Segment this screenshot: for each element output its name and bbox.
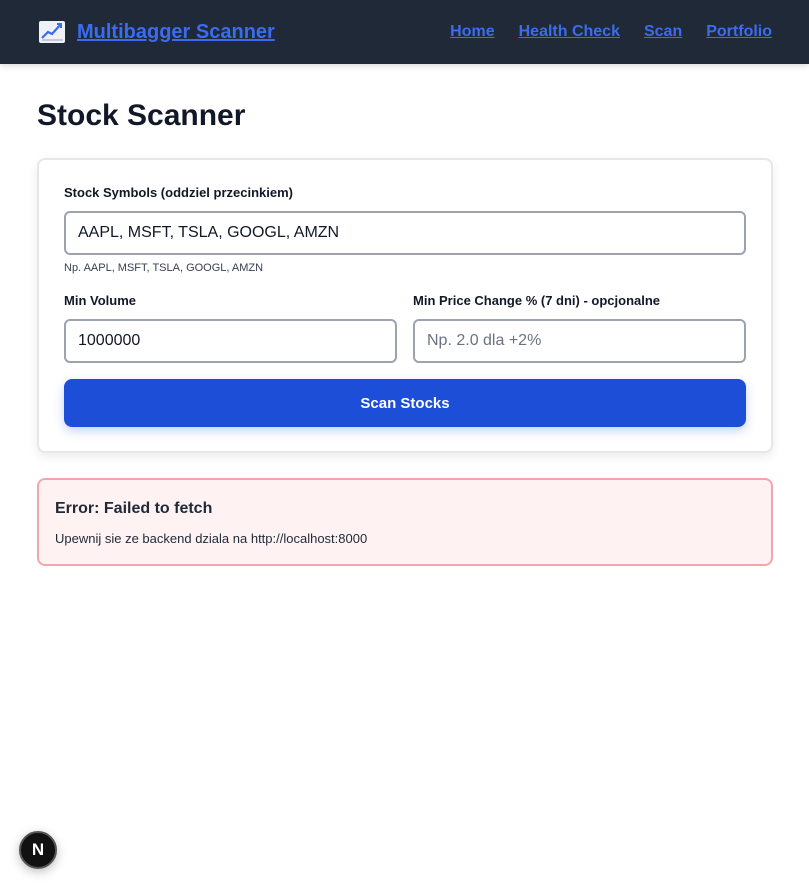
error-alert: Error: Failed to fetch Upewnij sie ze ba… [37,478,773,566]
chart-increasing-icon [37,19,67,45]
nav-link-home[interactable]: Home [450,23,494,41]
nav-link-portfolio[interactable]: Portfolio [706,23,772,41]
error-message: Upewnij sie ze backend dziala na http://… [55,531,368,546]
brand-link[interactable]: Multibagger Scanner [37,19,275,45]
main-content: Stock Scanner Stock Symbols (oddziel prz… [0,64,809,566]
brand-label: Multibagger Scanner [77,20,275,43]
dev-badge-label: N [31,840,45,859]
navbar: Multibagger Scanner Home Health Check Sc… [0,0,809,64]
min-volume-input[interactable] [64,319,397,363]
error-title: Error: Failed to fetch [55,500,213,517]
nav-links: Home Health Check Scan Portfolio [450,23,772,41]
nav-link-scan[interactable]: Scan [644,23,682,41]
min-price-change-label: Min Price Change % (7 dni) - opcjonalne [413,293,661,308]
min-price-change-group: Min Price Change % (7 dni) - opcjonalne [413,293,746,363]
scan-stocks-button[interactable]: Scan Stocks [64,379,746,427]
min-volume-group: Min Volume [64,293,397,363]
filters-row: Min Volume Min Price Change % (7 dni) - … [64,293,746,363]
min-volume-label: Min Volume [64,293,136,308]
min-price-change-input[interactable] [413,319,746,363]
nav-link-health-check[interactable]: Health Check [519,23,620,41]
dev-tools-badge[interactable]: N [19,831,57,869]
scan-form-card: Stock Symbols (oddziel przecinkiem) Np. … [37,158,773,453]
page-title: Stock Scanner [37,99,246,132]
symbols-hint: Np. AAPL, MSFT, TSLA, GOOGL, AMZN [64,262,264,274]
symbols-label: Stock Symbols (oddziel przecinkiem) [64,185,293,200]
symbols-input[interactable] [64,211,746,255]
